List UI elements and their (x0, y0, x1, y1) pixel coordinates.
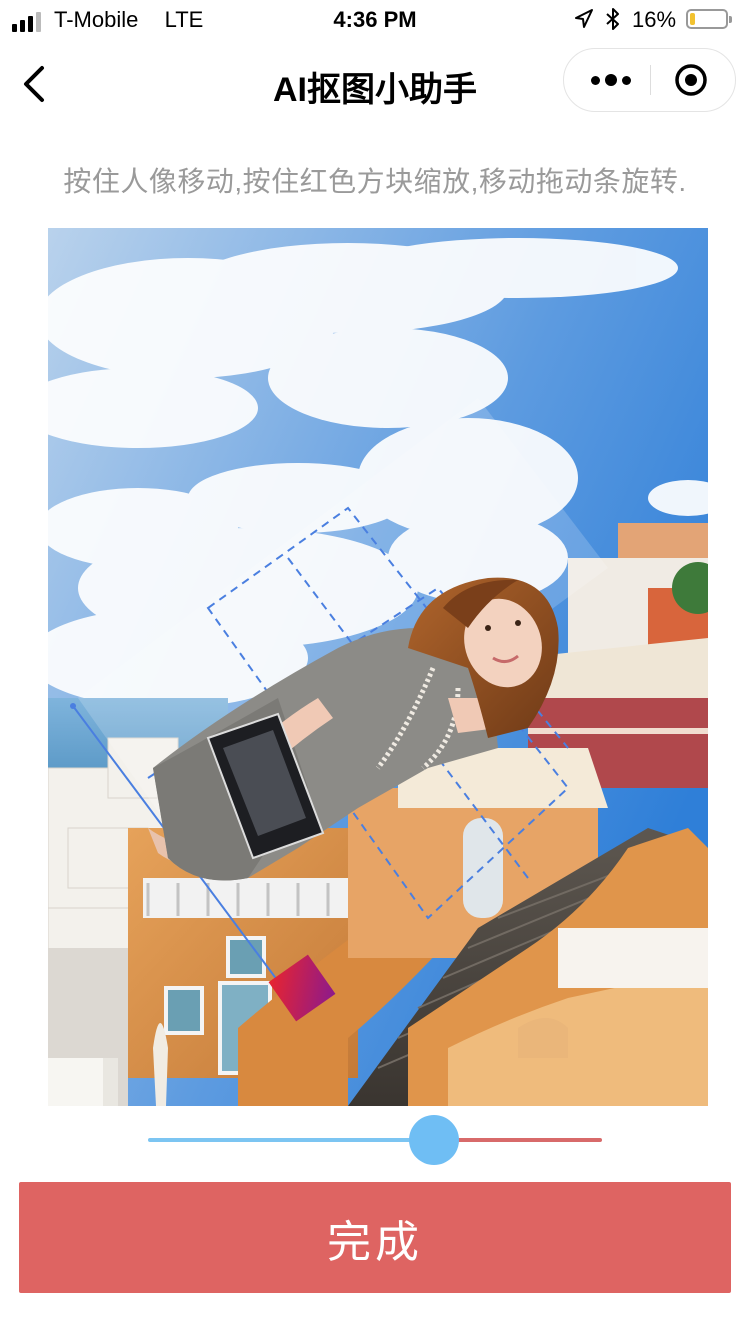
mini-program-capsule (563, 48, 736, 112)
capsule-divider (650, 65, 651, 95)
slider-thumb[interactable] (409, 1115, 459, 1165)
target-close-icon[interactable] (674, 63, 708, 97)
battery-icon (686, 9, 732, 29)
instruction-hint: 按住人像移动,按住红色方块缩放,移动拖动条旋转. (63, 166, 687, 197)
battery-level-fill (690, 13, 695, 25)
rotation-slider[interactable] (148, 1112, 602, 1168)
location-arrow-icon (575, 9, 593, 28)
slider-track-filled (148, 1138, 434, 1142)
status-bar: T-Mobile LTE 4:36 PM 16% (0, 0, 750, 40)
photo-canvas[interactable] (48, 228, 708, 1106)
santorini-background-image (48, 228, 708, 1106)
bluetooth-icon (606, 8, 619, 30)
done-button[interactable]: 完成 (19, 1182, 731, 1293)
more-dots-icon[interactable] (586, 49, 636, 111)
battery-percent: 16% (632, 7, 677, 32)
slider-track-remaining (434, 1138, 602, 1142)
